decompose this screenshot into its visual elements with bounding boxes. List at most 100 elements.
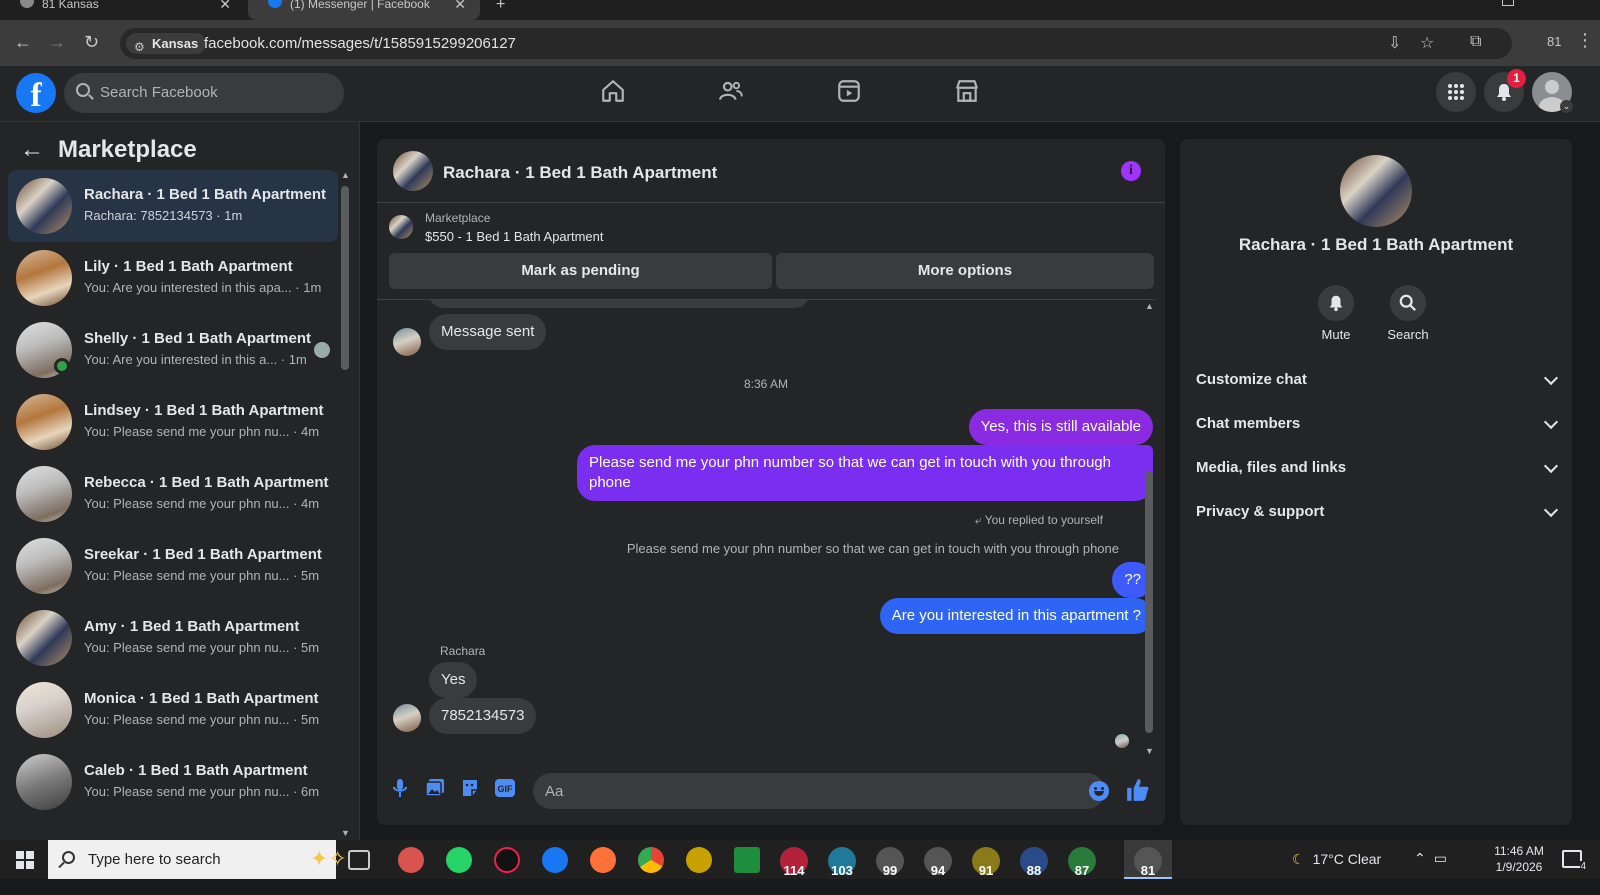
emoji-icon[interactable] <box>1089 781 1109 801</box>
thumbs-up-icon[interactable] <box>1125 777 1151 803</box>
app-badge-icon[interactable]: 87 <box>1068 847 1096 878</box>
microphone-icon[interactable] <box>389 777 411 799</box>
address-bar[interactable]: ⚙ Kansas facebook.com/messages/t/1585915… <box>120 28 1512 59</box>
conversation-item[interactable]: Lily · 1 Bed 1 Bath Apartment You: Are y… <box>8 242 338 314</box>
system-tray[interactable]: ⌃▭ <box>1414 850 1455 867</box>
browser-tab-kansas[interactable]: 81 Kansas ✕ <box>0 0 245 20</box>
app-badge-icon[interactable]: 81 <box>1134 847 1162 878</box>
conversation-item[interactable]: Lindsey · 1 Bed 1 Bath Apartment You: Pl… <box>8 386 338 458</box>
notification-count-badge: 1 <box>1507 69 1526 88</box>
window-restore-icon[interactable] <box>1502 0 1514 6</box>
tab-search-icon[interactable]: ⧉ <box>1470 33 1481 51</box>
conversation-item[interactable]: Shelly · 1 Bed 1 Bath Apartment You: Are… <box>8 314 338 386</box>
conversation-preview: You: Please send me your phn nu... · 5m <box>84 712 320 727</box>
marketplace-icon[interactable] <box>954 78 984 108</box>
task-view-icon[interactable] <box>348 850 370 870</box>
chat-title[interactable]: Rachara · 1 Bed 1 Bath Apartment <box>443 163 717 183</box>
chrome-icon[interactable] <box>638 847 664 873</box>
conversation-item[interactable]: Rebecca · 1 Bed 1 Bath Apartment You: Pl… <box>8 458 338 530</box>
app-badge-icon[interactable]: 103 <box>828 847 856 878</box>
browser-menu-icon[interactable]: ⋮ <box>1576 30 1594 51</box>
scroll-down-icon[interactable]: ▼ <box>1145 746 1154 756</box>
install-app-icon[interactable]: ⇩ <box>1388 33 1401 53</box>
new-tab-button[interactable]: + <box>496 0 505 14</box>
info-icon[interactable]: i <box>1121 161 1141 181</box>
scrollbar-thumb[interactable] <box>341 186 349 370</box>
site-info-chip[interactable]: ⚙ Kansas <box>126 33 207 54</box>
tiktok-icon[interactable] <box>494 847 520 873</box>
scroll-up-icon[interactable]: ▲ <box>1145 301 1154 311</box>
url-text[interactable]: facebook.com/messages/t/1585915299206127 <box>204 35 516 52</box>
conversation-item[interactable]: Amy · 1 Bed 1 Bath Apartment You: Please… <box>8 602 338 674</box>
friends-icon[interactable] <box>718 78 748 108</box>
conversation-item[interactable]: Rachara · 1 Bed 1 Bath Apartment Rachara… <box>8 170 338 242</box>
chevron-up-icon[interactable]: ⌃ <box>1414 850 1434 866</box>
conversation-preview: You: Please send me your phn nu... · 6m <box>84 784 320 799</box>
listing-thumbnail <box>16 538 72 594</box>
customize-chat-section[interactable]: Customize chat <box>1196 361 1559 401</box>
mute-button[interactable]: Mute <box>1296 285 1376 342</box>
sticker-icon[interactable] <box>459 777 481 799</box>
listing-thumbnail <box>16 466 72 522</box>
facebook-search-input[interactable]: Search Facebook <box>64 73 344 113</box>
app-icon[interactable] <box>398 847 424 873</box>
facebook-icon[interactable] <box>542 847 568 873</box>
privacy-support-section[interactable]: Privacy & support <box>1196 493 1559 533</box>
listing-thumbnail <box>16 610 72 666</box>
marketplace-listing-banner[interactable]: Marketplace $550 - 1 Bed 1 Bath Apartmen… <box>377 203 1165 253</box>
conversation-name: Sreekar · 1 Bed 1 Bath Apartment <box>84 546 322 563</box>
video-icon[interactable] <box>836 78 866 108</box>
search-in-chat-button[interactable]: Search <box>1368 285 1448 342</box>
browser-tab-messenger[interactable]: (1) Messenger | Facebook ✕ <box>248 0 480 20</box>
contact-avatar[interactable] <box>1340 155 1412 227</box>
more-options-button[interactable]: More options <box>776 253 1154 289</box>
sheets-icon[interactable] <box>734 847 760 873</box>
taskbar-search-box[interactable]: Type here to search ✦✧ <box>48 840 347 879</box>
scroll-down-icon[interactable]: ▼ <box>341 828 350 838</box>
profile-count[interactable]: 81 <box>1547 34 1561 49</box>
back-arrow-icon[interactable]: ← <box>20 136 44 164</box>
facebook-logo-icon[interactable]: f <box>16 73 56 113</box>
network-icon[interactable]: ▭ <box>1434 850 1455 866</box>
menu-grid-icon[interactable] <box>1436 72 1476 112</box>
windows-start-icon[interactable] <box>16 851 34 869</box>
scrollbar-thumb[interactable] <box>1145 471 1153 733</box>
close-tab-icon[interactable]: ✕ <box>454 0 466 11</box>
chevron-down-icon[interactable]: ⌄ <box>1560 100 1573 113</box>
back-arrow-icon[interactable]: ← <box>14 33 32 51</box>
chat-scrollbar[interactable]: ▲ ▼ <box>1143 299 1155 758</box>
chat-avatar[interactable] <box>393 151 433 191</box>
reload-icon[interactable]: ↻ <box>84 33 99 51</box>
app-icon[interactable] <box>686 847 712 873</box>
app-badge-icon[interactable]: 114 <box>780 847 808 878</box>
photo-icon[interactable] <box>424 777 446 799</box>
start-icon-tile <box>26 851 34 859</box>
scroll-up-icon[interactable]: ▲ <box>341 170 350 180</box>
media-files-links-section[interactable]: Media, files and links <box>1196 449 1559 489</box>
conversation-item[interactable]: Monica · 1 Bed 1 Bath Apartment You: Ple… <box>8 674 338 746</box>
home-icon[interactable] <box>600 78 630 108</box>
app-badge-icon[interactable]: 91 <box>972 847 1000 878</box>
gif-icon[interactable]: GIF <box>494 777 516 799</box>
bookmark-star-icon[interactable]: ☆ <box>1420 33 1434 53</box>
firefox-icon[interactable] <box>590 847 616 873</box>
reply-arrow-icon: ⤶ <box>974 513 985 527</box>
clock[interactable]: 11:46 AM 1/9/2026 <box>1478 843 1560 875</box>
notification-center-icon[interactable]: 4 <box>1562 850 1586 872</box>
search-icon <box>76 83 90 97</box>
app-badge-icon[interactable]: 99 <box>876 847 904 878</box>
whatsapp-icon[interactable] <box>446 847 472 873</box>
conversation-item[interactable]: Sreekar · 1 Bed 1 Bath Apartment You: Pl… <box>8 530 338 602</box>
sidebar-scrollbar[interactable]: ▲ ▼ <box>339 168 351 840</box>
mark-as-pending-button[interactable]: Mark as pending <box>389 253 772 289</box>
weather-widget[interactable]: ☾ 17°C Clear <box>1292 851 1381 868</box>
conversation-item[interactable]: Caleb · 1 Bed 1 Bath Apartment You: Plea… <box>8 746 338 818</box>
close-tab-icon[interactable]: ✕ <box>219 0 231 11</box>
sidebar-title: Marketplace <box>58 136 197 163</box>
app-badge-icon[interactable]: 94 <box>924 847 952 878</box>
app-badge-icon[interactable]: 88 <box>1020 847 1048 878</box>
message-bubble-incoming: Yes <box>429 662 478 698</box>
message-input[interactable] <box>533 773 1105 809</box>
chat-members-section[interactable]: Chat members <box>1196 405 1559 445</box>
forward-arrow-icon[interactable]: → <box>48 33 66 51</box>
